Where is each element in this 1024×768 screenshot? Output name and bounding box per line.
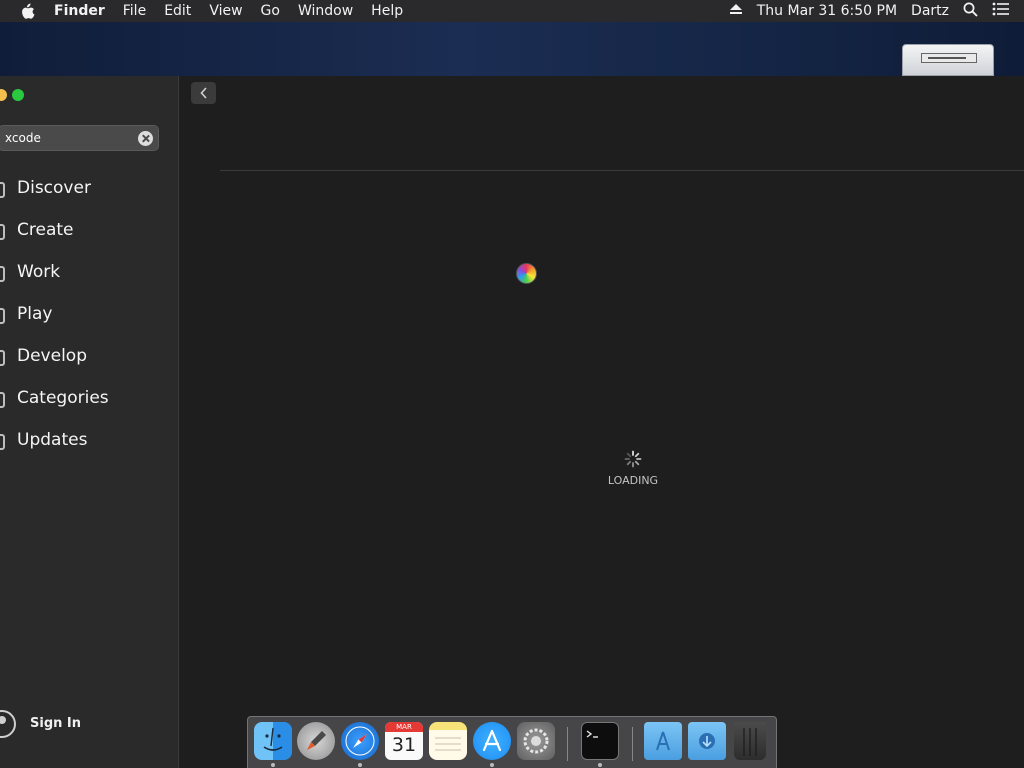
menu-view[interactable]: View <box>209 3 242 19</box>
menu-go[interactable]: Go <box>261 3 280 19</box>
brush-icon <box>0 224 5 240</box>
header-divider <box>220 170 1024 171</box>
dock: MAR 31 <box>247 716 777 768</box>
loading-label: LOADING <box>607 474 659 487</box>
finder-icon[interactable] <box>254 722 292 760</box>
minimize-button[interactable] <box>0 89 7 101</box>
menu-help[interactable]: Help <box>371 3 403 19</box>
app-store-icon[interactable] <box>473 722 511 760</box>
menu-window[interactable]: Window <box>298 3 353 19</box>
sidebar: Discover Create Work Play Develop Catego… <box>0 76 179 768</box>
sidebar-item-create[interactable]: Create <box>0 216 178 248</box>
apple-icon[interactable] <box>20 3 36 19</box>
sidebar-item-label: Updates <box>17 430 88 450</box>
sign-in-label: Sign In <box>30 716 81 731</box>
terminal-icon[interactable] <box>581 722 619 760</box>
menu-file[interactable]: File <box>123 3 146 19</box>
sidebar-item-discover[interactable]: Discover <box>0 174 178 206</box>
sidebar-item-label: Play <box>17 304 53 324</box>
desktop-background <box>0 22 1024 76</box>
menu-bar: Finder File Edit View Go Window Help Thu… <box>0 0 1024 22</box>
sidebar-item-label: Discover <box>17 178 91 198</box>
notes-icon[interactable] <box>429 722 467 760</box>
download-icon <box>0 434 5 450</box>
system-preferences-icon[interactable] <box>517 722 555 760</box>
grid-icon <box>0 392 5 408</box>
dock-separator <box>567 727 568 761</box>
app-store-window: Discover Create Work Play Develop Catego… <box>0 76 1024 768</box>
calendar-icon[interactable]: MAR 31 <box>385 722 423 760</box>
search-field[interactable] <box>0 125 159 151</box>
calendar-day: 31 <box>391 734 417 756</box>
sidebar-item-work[interactable]: Work <box>0 258 178 290</box>
sidebar-item-develop[interactable]: Develop <box>0 342 178 374</box>
terminal-running-indicator <box>598 763 602 767</box>
menu-user[interactable]: Dartz <box>911 3 949 19</box>
eject-icon[interactable] <box>729 3 743 19</box>
downloads-folder-icon[interactable] <box>688 722 726 760</box>
chevron-left-icon <box>199 87 207 99</box>
finder-running-indicator <box>271 763 275 767</box>
main-content: LOADING <box>180 76 1024 768</box>
applications-folder-icon[interactable] <box>644 722 682 760</box>
loading-spinner-icon <box>624 450 642 468</box>
menu-extras: Thu Mar 31 6:50 PM Dartz <box>729 0 1024 22</box>
safari-icon[interactable] <box>341 722 379 760</box>
sidebar-item-categories[interactable]: Categories <box>0 384 178 416</box>
calendar-month: MAR <box>385 722 423 732</box>
app-store-running-indicator <box>490 763 494 767</box>
paper-plane-icon <box>0 266 5 282</box>
sidebar-item-updates[interactable]: Updates <box>0 426 178 458</box>
zoom-button[interactable] <box>12 89 24 101</box>
dock-separator <box>632 727 633 761</box>
menu-edit[interactable]: Edit <box>164 3 191 19</box>
star-icon <box>0 182 5 198</box>
hammer-icon <box>0 350 5 366</box>
sign-in-button[interactable]: Sign In <box>0 710 178 746</box>
trash-icon[interactable] <box>734 722 766 760</box>
menu-clock[interactable]: Thu Mar 31 6:50 PM <box>757 3 897 19</box>
sidebar-item-play[interactable]: Play <box>0 300 178 332</box>
safari-running-indicator <box>358 763 362 767</box>
launchpad-icon[interactable] <box>297 722 335 760</box>
hard-disk-icon[interactable] <box>902 44 994 76</box>
sidebar-item-label: Categories <box>17 388 109 408</box>
notification-center-icon[interactable] <box>992 2 1010 20</box>
avatar-icon <box>0 710 16 738</box>
sidebar-item-label: Develop <box>17 346 87 366</box>
search-input[interactable] <box>5 128 133 148</box>
sidebar-item-label: Work <box>17 262 61 282</box>
spotlight-search-icon[interactable] <box>963 2 978 21</box>
busy-cursor-icon <box>516 263 537 284</box>
menu-app-finder[interactable]: Finder <box>54 3 105 19</box>
clear-search-icon[interactable] <box>138 131 153 146</box>
sidebar-item-label: Create <box>17 220 74 240</box>
back-button[interactable] <box>191 82 216 104</box>
rocket-icon <box>0 308 5 324</box>
